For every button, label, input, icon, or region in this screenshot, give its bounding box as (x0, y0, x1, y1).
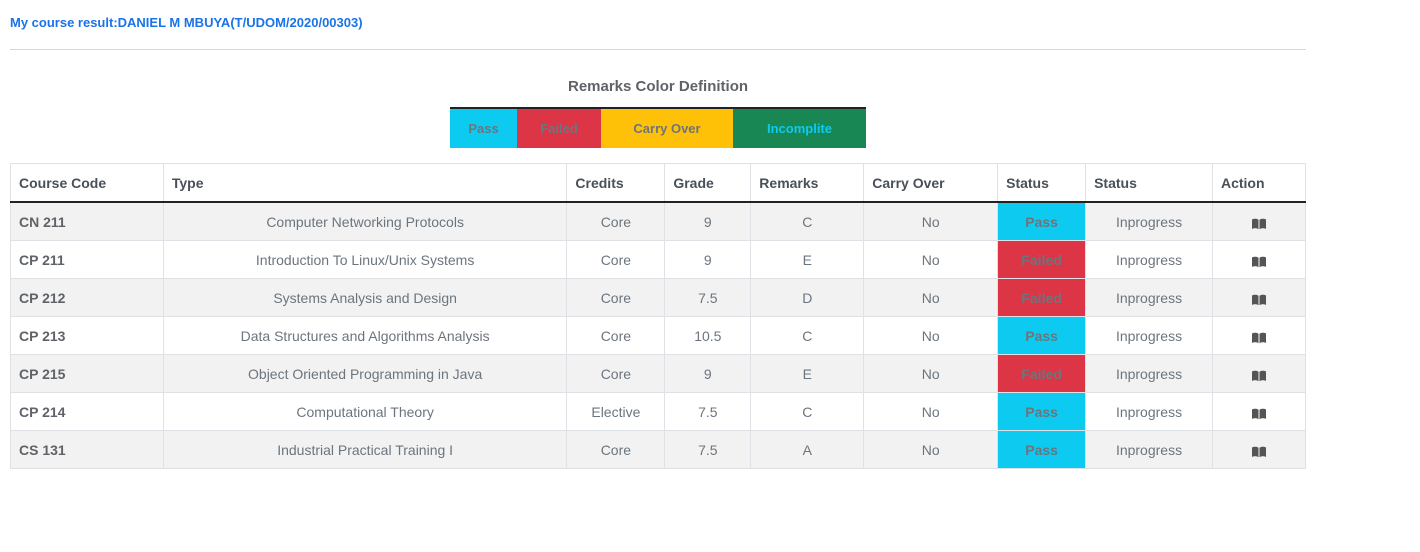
action-cell[interactable] (1211, 392, 1307, 431)
course-grade: 10.5 (664, 316, 752, 355)
course-code: CP 212 (10, 278, 164, 317)
legend-carry-over: Carry Over (601, 109, 733, 148)
table-row: CP 212 Systems Analysis and Design Core 7.5… (10, 278, 1307, 317)
book-icon[interactable] (1251, 407, 1267, 420)
course-grade: 9 (664, 240, 752, 279)
book-icon[interactable] (1251, 331, 1267, 344)
table-row: CS 131 Industrial Practical Training I Cor… (10, 430, 1307, 469)
course-type: Data Structures and Algorithms Analysis (162, 316, 568, 355)
course-remarks: E (750, 354, 865, 393)
course-credits: Core (566, 354, 666, 393)
status-badge: Pass (997, 201, 1087, 241)
course-carry-over: No (863, 201, 999, 241)
course-carry-over: No (863, 240, 999, 279)
table-row: CP 211 Introduction To Linux/Unix Systems… (10, 240, 1307, 279)
header-status: Status (997, 163, 1087, 203)
status-badge: Failed (997, 278, 1087, 317)
header-carry-over: Carry Over (863, 163, 999, 203)
course-type: Introduction To Linux/Unix Systems (162, 240, 568, 279)
header-grade: Grade (664, 163, 752, 203)
status-badge: Pass (997, 392, 1087, 431)
action-cell[interactable] (1211, 354, 1307, 393)
table-row: CP 214 Computational Theory Elective 7.5 C No… (10, 392, 1307, 431)
header-course-code: Course Code (10, 163, 164, 203)
course-results-table: Course Code Type Credits Grade Remarks C… (10, 163, 1307, 469)
course-carry-over: No (863, 430, 999, 469)
status-badge: Failed (997, 240, 1087, 279)
course-code: CN 211 (10, 201, 164, 241)
status-badge: Pass (997, 316, 1087, 355)
course-remarks: D (750, 278, 865, 317)
progress-status: Inprogress (1085, 430, 1213, 469)
legend-title: Remarks Color Definition (567, 78, 749, 95)
remarks-color-legend: Pass Failed Carry Over Incomplite (450, 107, 866, 148)
course-carry-over: No (863, 392, 999, 431)
course-credits: Core (566, 316, 666, 355)
book-icon[interactable] (1251, 369, 1267, 382)
course-code: CP 215 (10, 354, 164, 393)
course-credits: Core (566, 240, 666, 279)
course-credits: Core (566, 201, 666, 241)
progress-status: Inprogress (1085, 316, 1213, 355)
header-remarks: Remarks (750, 163, 865, 203)
status-badge: Failed (997, 354, 1087, 393)
header-action: Action (1211, 163, 1307, 203)
legend-incomplete: Incomplite (733, 109, 866, 148)
header-type: Type (162, 163, 568, 203)
table-row: CP 213 Data Structures and Algorithms Ana… (10, 316, 1307, 355)
course-type: Computational Theory (162, 392, 568, 431)
course-type: Industrial Practical Training I (162, 430, 568, 469)
book-icon[interactable] (1251, 255, 1267, 268)
action-cell[interactable] (1211, 430, 1307, 469)
progress-status: Inprogress (1085, 392, 1213, 431)
legend-pass: Pass (450, 109, 517, 148)
course-grade: 7.5 (664, 430, 752, 469)
progress-status: Inprogress (1085, 201, 1213, 241)
action-cell[interactable] (1211, 278, 1307, 317)
book-icon[interactable] (1251, 293, 1267, 306)
course-grade: 7.5 (664, 278, 752, 317)
course-grade: 9 (664, 201, 752, 241)
course-grade: 7.5 (664, 392, 752, 431)
header-progress-status: Status (1085, 163, 1213, 203)
action-cell[interactable] (1211, 316, 1307, 355)
book-icon[interactable] (1251, 217, 1267, 230)
page-title: My course result:DANIEL M MBUYA(T/UDOM/2… (10, 15, 363, 30)
course-carry-over: No (863, 354, 999, 393)
course-credits: Core (566, 278, 666, 317)
table-header-row: Course Code Type Credits Grade Remarks C… (10, 163, 1307, 203)
table-row: CP 215 Object Oriented Programming in Jav… (10, 354, 1307, 393)
course-grade: 9 (664, 354, 752, 393)
divider (10, 49, 1306, 50)
progress-status: Inprogress (1085, 278, 1213, 317)
table-row: CN 211 Computer Networking Protocols Core 9… (10, 201, 1307, 241)
action-cell[interactable] (1211, 201, 1307, 241)
course-code: CP 211 (10, 240, 164, 279)
course-type: Computer Networking Protocols (162, 201, 568, 241)
progress-status: Inprogress (1085, 240, 1213, 279)
course-type: Systems Analysis and Design (162, 278, 568, 317)
course-carry-over: No (863, 278, 999, 317)
book-icon[interactable] (1251, 445, 1267, 458)
progress-status: Inprogress (1085, 354, 1213, 393)
legend-failed: Failed (517, 109, 601, 148)
status-badge: Pass (997, 430, 1087, 469)
course-remarks: E (750, 240, 865, 279)
course-code: CP 214 (10, 392, 164, 431)
course-code: CS 131 (10, 430, 164, 469)
course-credits: Core (566, 430, 666, 469)
course-remarks: C (750, 316, 865, 355)
course-type: Object Oriented Programming in Java (162, 354, 568, 393)
action-cell[interactable] (1211, 240, 1307, 279)
header-credits: Credits (566, 163, 666, 203)
course-remarks: C (750, 201, 865, 241)
course-remarks: C (750, 392, 865, 431)
course-code: CP 213 (10, 316, 164, 355)
course-carry-over: No (863, 316, 999, 355)
course-remarks: A (750, 430, 865, 469)
course-credits: Elective (566, 392, 666, 431)
